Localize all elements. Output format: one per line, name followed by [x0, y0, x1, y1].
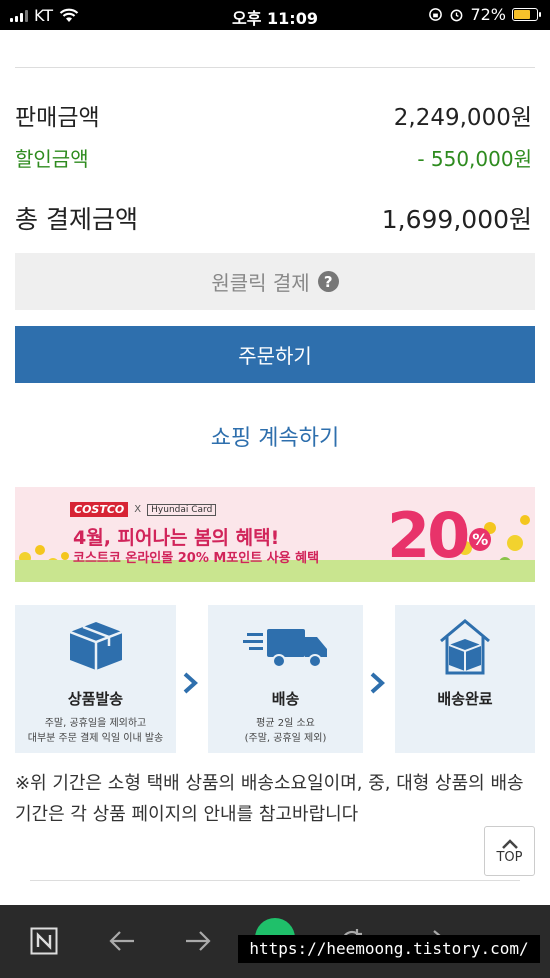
- chevron-right-icon: [367, 670, 387, 696]
- step-shipping-desc: 주말, 공휴일을 제외하고 대부분 주문 결제 익일 이내 발송: [27, 718, 164, 744]
- hyundai-card-logo: Hyundai Card: [147, 503, 217, 516]
- step-shipping: 상품발송 주말, 공휴일을 제외하고 대부분 주문 결제 익일 이내 발송: [15, 605, 176, 753]
- truck-icon: [242, 629, 327, 668]
- banner-percent-sign: %: [469, 528, 492, 552]
- watermark-text: https://heemoong.tistory.com/: [238, 935, 540, 963]
- alarm-icon: [451, 9, 463, 22]
- total-label: 총 결제금액: [15, 205, 138, 234]
- naver-home-button[interactable]: [24, 921, 64, 961]
- forward-button[interactable]: [178, 921, 218, 961]
- banner-percent: 20%: [387, 499, 492, 572]
- help-icon[interactable]: ?: [317, 271, 339, 292]
- promo-banner[interactable]: COSTCO X Hyundai Card 4월, 피어나는 봄의 혜택! 코스…: [15, 487, 535, 582]
- back-button[interactable]: [102, 921, 142, 961]
- arrow-right-icon: [186, 931, 211, 951]
- naver-n-icon: [30, 927, 58, 955]
- box-icon: [69, 622, 122, 670]
- step-delivery: 배송 평균 2일 소요 (주말, 공휴일 제외): [208, 605, 363, 753]
- total-row: 총 결제금액 1,699,000원: [15, 200, 532, 236]
- arrow-left-icon: [109, 931, 134, 951]
- step-delivery-desc: 평균 2일 소요 (주말, 공휴일 제외): [244, 718, 327, 744]
- step-complete-title: 배송완료: [437, 690, 493, 708]
- discount-row: 할인금액 - 550,000원: [15, 143, 532, 172]
- oneclick-pay-button[interactable]: 원클릭 결제 ?: [15, 253, 535, 310]
- bottom-divider: [30, 880, 520, 881]
- delivery-notice: ※위 기간은 소형 택배 상품의 배송소요일이며, 중, 대형 상품의 배송기간…: [15, 773, 524, 825]
- house-box-icon: [440, 619, 490, 675]
- scroll-top-button[interactable]: TOP: [484, 826, 535, 876]
- costco-logo: COSTCO: [70, 502, 129, 517]
- battery-percent: 72%: [470, 5, 506, 24]
- step-complete: 배송완료: [395, 605, 535, 753]
- price-value: 2,249,000원: [393, 105, 532, 131]
- step-shipping-title: 상품발송: [67, 690, 124, 708]
- discount-value: - 550,000원: [417, 147, 532, 171]
- banner-percent-value: 20: [387, 499, 470, 572]
- step-delivery-title: 배송: [271, 690, 300, 708]
- top-divider: [15, 67, 535, 68]
- order-button-label: 주문하기: [238, 344, 312, 368]
- logo-separator: X: [134, 504, 142, 515]
- discount-label: 할인금액: [15, 147, 89, 171]
- oneclick-pay-label: 원클릭 결제: [211, 271, 310, 295]
- total-value: 1,699,000원: [381, 205, 532, 234]
- banner-subtitle: 코스트코 온라인몰 20% M포인트 사용 혜택: [73, 551, 320, 566]
- order-button[interactable]: 주문하기: [15, 326, 535, 383]
- continue-shopping-link[interactable]: 쇼핑 계속하기: [0, 420, 550, 452]
- chevron-up-icon: [501, 838, 518, 849]
- price-row: 판매금액 2,249,000원: [15, 98, 532, 132]
- banner-headline: 4월, 피어나는 봄의 혜택!: [73, 527, 280, 549]
- status-right: 72%: [428, 5, 541, 24]
- scroll-top-label: TOP: [496, 849, 523, 865]
- price-label: 판매금액: [15, 105, 100, 131]
- chevron-right-icon: [180, 670, 200, 696]
- banner-logos: COSTCO X Hyundai Card: [70, 502, 217, 517]
- orientation-lock-icon: [429, 8, 443, 21]
- status-bar: KT 오후 11:09 72%: [0, 0, 550, 30]
- battery-icon: [512, 8, 541, 21]
